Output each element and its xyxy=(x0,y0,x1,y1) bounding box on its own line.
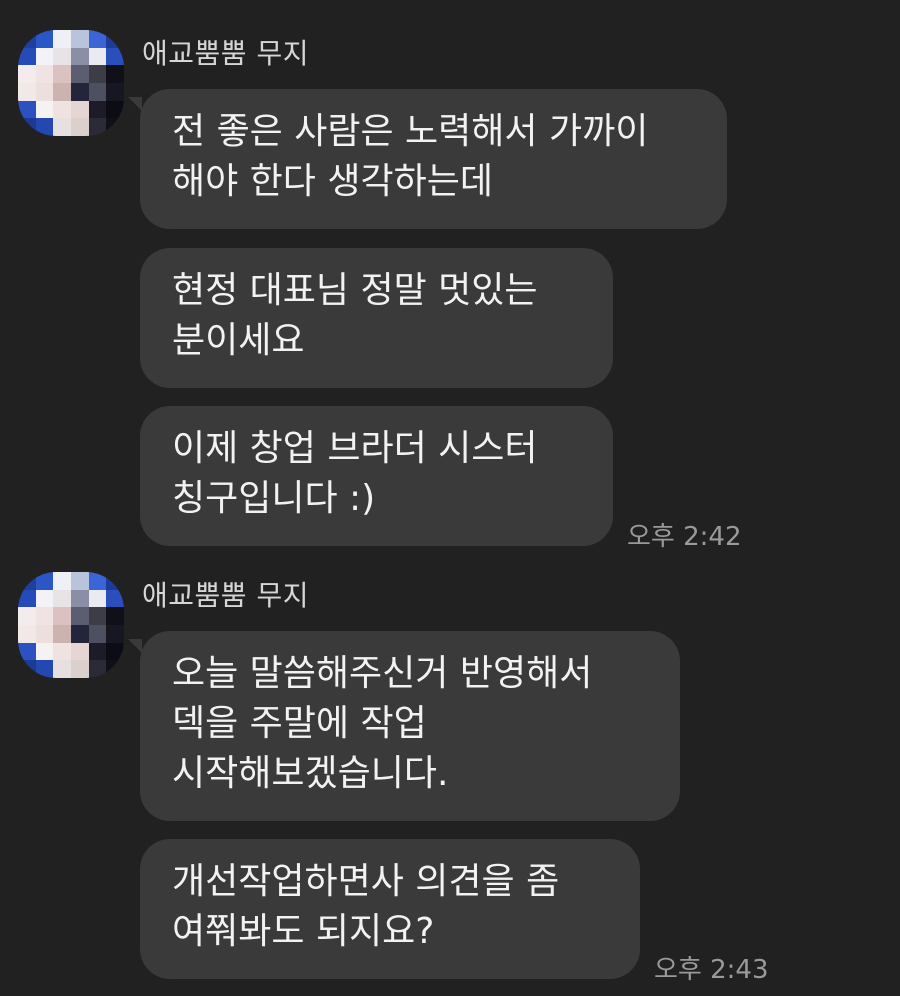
message-timestamp: 오후 2:42 xyxy=(627,522,742,552)
sender-name: 애교뿜뿜 무지 xyxy=(142,579,309,612)
message-bubble[interactable]: 전 좋은 사람은 노력해서 가까이 해야 한다 생각하는데 xyxy=(128,89,727,229)
message-bubble[interactable]: 오늘 말씀해주신거 반영해서 덱을 주말에 작업 시작해보겠습니다. xyxy=(128,631,680,821)
avatar[interactable] xyxy=(18,572,124,678)
message-bubble[interactable]: 현정 대표님 정말 멋있는 분이세요 xyxy=(140,248,613,388)
avatar[interactable] xyxy=(18,30,124,136)
message-bubble[interactable]: 개선작업하면사 의견을 좀 여쭤봐도 되지요? xyxy=(140,839,640,979)
message-bubble[interactable]: 이제 창업 브라더 시스터 칭구입니다 :) xyxy=(140,406,613,546)
message-timestamp: 오후 2:43 xyxy=(654,955,769,985)
sender-name: 애교뿜뿜 무지 xyxy=(142,37,309,70)
